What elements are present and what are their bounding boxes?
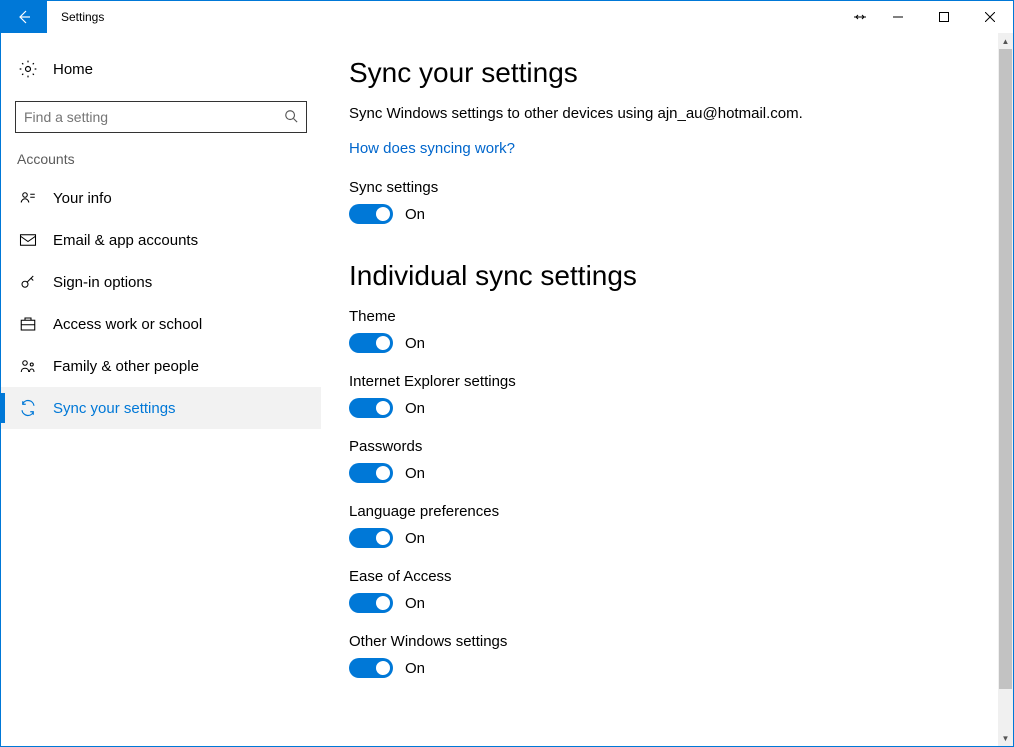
toggle-state: On xyxy=(405,595,425,612)
maximize-icon xyxy=(939,12,949,22)
scrollbar-thumb[interactable] xyxy=(999,49,1012,689)
sidebar-item-label: Sync your settings xyxy=(53,400,176,417)
scroll-up-button[interactable]: ▲ xyxy=(998,33,1013,49)
window-title: Settings xyxy=(61,10,104,24)
search-field[interactable] xyxy=(24,109,284,125)
home-label: Home xyxy=(53,61,93,78)
sidebar-item-signin[interactable]: Sign-in options xyxy=(1,261,321,303)
theme-toggle[interactable] xyxy=(349,333,393,353)
sync-icon xyxy=(17,399,39,417)
section-heading-individual: Individual sync settings xyxy=(349,260,985,292)
page-description: Sync Windows settings to other devices u… xyxy=(349,105,985,122)
sync-settings-state: On xyxy=(405,206,425,223)
sidebar-item-email[interactable]: Email & app accounts xyxy=(1,219,321,261)
minimize-icon xyxy=(893,12,903,22)
sidebar-item-family[interactable]: Family & other people xyxy=(1,345,321,387)
scroll-down-button[interactable]: ▼ xyxy=(998,730,1013,746)
other-toggle[interactable] xyxy=(349,658,393,678)
sidebar-item-sync[interactable]: Sync your settings xyxy=(1,387,321,429)
arrow-left-icon xyxy=(16,9,32,25)
scrollbar[interactable]: ▲ ▼ xyxy=(998,33,1013,746)
people-icon xyxy=(17,357,39,375)
home-button[interactable]: Home xyxy=(1,49,321,97)
toggle-state: On xyxy=(405,660,425,677)
titlebar: Settings xyxy=(1,1,1013,33)
search-icon xyxy=(284,109,298,126)
maximize-button[interactable] xyxy=(921,1,967,33)
key-icon xyxy=(17,273,39,291)
minimize-button[interactable] xyxy=(875,1,921,33)
person-card-icon xyxy=(17,189,39,207)
search-input[interactable] xyxy=(15,101,307,133)
toggle-label-language: Language preferences xyxy=(349,503,985,520)
language-toggle[interactable] xyxy=(349,528,393,548)
sidebar-item-label: Email & app accounts xyxy=(53,232,198,249)
ease-toggle[interactable] xyxy=(349,593,393,613)
toggle-state: On xyxy=(405,465,425,482)
window-controls xyxy=(845,1,1013,33)
toggle-label-ease: Ease of Access xyxy=(349,568,985,585)
close-icon xyxy=(985,12,995,22)
sidebar-item-label: Your info xyxy=(53,190,112,207)
toggle-label-ie: Internet Explorer settings xyxy=(349,373,985,390)
briefcase-icon xyxy=(17,315,39,333)
sidebar: Home Accounts Your info xyxy=(1,33,321,746)
back-button[interactable] xyxy=(1,1,47,33)
sidebar-item-label: Access work or school xyxy=(53,316,202,333)
passwords-toggle[interactable] xyxy=(349,463,393,483)
sync-settings-label: Sync settings xyxy=(349,179,985,196)
sidebar-item-label: Family & other people xyxy=(53,358,199,375)
sidebar-section-heading: Accounts xyxy=(1,151,321,177)
toggle-state: On xyxy=(405,530,425,547)
toggle-label-passwords: Passwords xyxy=(349,438,985,455)
page-title: Sync your settings xyxy=(349,57,985,89)
close-button[interactable] xyxy=(967,1,1013,33)
toggle-state: On xyxy=(405,400,425,417)
ie-toggle[interactable] xyxy=(349,398,393,418)
sidebar-item-your-info[interactable]: Your info xyxy=(1,177,321,219)
toggle-state: On xyxy=(405,335,425,352)
sidebar-item-label: Sign-in options xyxy=(53,274,152,291)
envelope-icon xyxy=(17,231,39,249)
toggle-label-theme: Theme xyxy=(349,308,985,325)
toggle-label-other: Other Windows settings xyxy=(349,633,985,650)
sync-settings-toggle[interactable] xyxy=(349,204,393,224)
sidebar-item-work[interactable]: Access work or school xyxy=(1,303,321,345)
main-content: Sync your settings Sync Windows settings… xyxy=(321,33,1013,746)
move-indicator-icon xyxy=(845,10,875,24)
help-link[interactable]: How does syncing work? xyxy=(349,140,515,157)
gear-icon xyxy=(17,59,39,79)
